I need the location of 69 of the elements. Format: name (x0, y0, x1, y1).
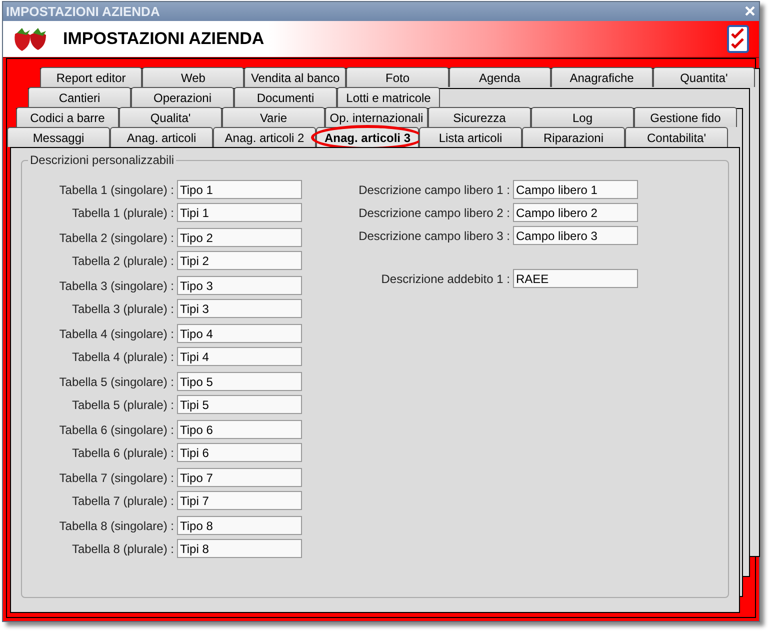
field-label: Tabella 6 (singolare) : (59, 422, 174, 436)
tab[interactable]: Operazioni (131, 87, 234, 107)
group-title: Descrizioni personalizzabili (28, 153, 176, 167)
text-field[interactable]: Campo libero 3 (513, 226, 638, 245)
field-label: Tabella 5 (plurale) : (72, 398, 174, 412)
text-field[interactable]: Tipo 2 (177, 228, 302, 247)
text-field[interactable]: Tipo 7 (177, 468, 302, 487)
field-label: Tabella 3 (singolare) : (59, 278, 174, 292)
header-title: IMPOSTAZIONI AZIENDA (63, 29, 266, 49)
field-label: Tabella 1 (singolare) : (59, 182, 174, 196)
text-field[interactable]: Tipo 3 (177, 276, 302, 295)
tab[interactable]: Messaggi (7, 127, 110, 147)
tab[interactable]: Cantieri (28, 87, 131, 107)
field-label: Descrizione campo libero 1 : (358, 182, 510, 196)
text-field[interactable]: Tipi 4 (177, 347, 302, 366)
tab[interactable]: Agenda (448, 67, 551, 87)
tab[interactable]: Report editor (40, 67, 142, 87)
tab[interactable]: Codici a barre (16, 107, 119, 127)
tab[interactable]: Web (142, 67, 244, 87)
text-field[interactable]: Tipi 6 (177, 443, 302, 462)
text-field[interactable]: Tipi 5 (177, 395, 302, 414)
tab[interactable]: Quantita' (652, 67, 755, 87)
field-label: Tabella 5 (singolare) : (59, 374, 174, 388)
text-field[interactable]: Tipi 2 (177, 251, 302, 270)
tab[interactable]: Varie (222, 107, 325, 127)
field-label: Tabella 4 (plurale) : (72, 350, 174, 364)
text-field[interactable]: Tipo 6 (177, 420, 302, 439)
field-label: Tabella 2 (plurale) : (72, 254, 174, 268)
text-field[interactable]: RAEE (513, 269, 638, 288)
text-field[interactable]: Campo libero 1 (513, 180, 638, 199)
tab[interactable]: Lotti e matricole (337, 87, 440, 107)
tab[interactable]: Documenti (234, 87, 337, 107)
tab[interactable]: Lista articoli (419, 127, 522, 147)
field-label: Descrizione campo libero 3 : (358, 228, 510, 242)
tab[interactable]: Contabilita' (625, 127, 728, 147)
field-label: Tabella 7 (singolare) : (59, 470, 174, 484)
field-label: Tabella 8 (singolare) : (59, 518, 174, 532)
field-label: Tabella 6 (plurale) : (72, 446, 174, 460)
tab[interactable]: Op. internazionali (325, 107, 428, 127)
tab[interactable]: Anagrafiche (550, 67, 653, 87)
field-label: Descrizione addebito 1 : (381, 272, 510, 286)
text-field[interactable]: Tipi 7 (177, 491, 302, 510)
tab[interactable]: Vendita al banco (244, 67, 346, 87)
tab[interactable]: Anag. articoli 2 (213, 127, 316, 147)
tab[interactable]: Qualita' (119, 107, 222, 127)
text-field[interactable]: Tipo 1 (177, 180, 302, 199)
tab[interactable]: Anag. articoli (110, 127, 213, 147)
field-label: Tabella 4 (singolare) : (59, 326, 174, 340)
text-field[interactable]: Tipo 4 (177, 324, 302, 343)
tab[interactable]: Gestione fido (634, 107, 737, 127)
text-field[interactable]: Tipi 8 (177, 539, 302, 558)
text-field[interactable]: Tipo 5 (177, 372, 302, 391)
tab[interactable]: Log (531, 107, 634, 127)
checklist-icon[interactable] (727, 25, 749, 53)
field-label: Tabella 8 (plurale) : (72, 542, 174, 556)
tab[interactable]: Riparazioni (522, 127, 625, 147)
text-field[interactable]: Tipi 3 (177, 299, 302, 318)
field-label: Tabella 3 (plurale) : (72, 302, 174, 316)
tab[interactable]: Foto (346, 67, 449, 87)
window-title: IMPOSTAZIONI AZIENDA (6, 4, 160, 19)
text-field[interactable]: Tipo 8 (177, 516, 302, 535)
field-label: Tabella 1 (plurale) : (72, 206, 174, 220)
field-label: Descrizione campo libero 2 : (358, 206, 510, 220)
text-field[interactable]: Tipi 1 (177, 203, 302, 222)
field-label: Tabella 2 (singolare) : (59, 230, 174, 244)
close-button[interactable] (745, 4, 755, 18)
field-label: Tabella 7 (plurale) : (72, 494, 174, 508)
text-field[interactable]: Campo libero 2 (513, 203, 638, 222)
tab[interactable]: Sicurezza (428, 107, 531, 127)
